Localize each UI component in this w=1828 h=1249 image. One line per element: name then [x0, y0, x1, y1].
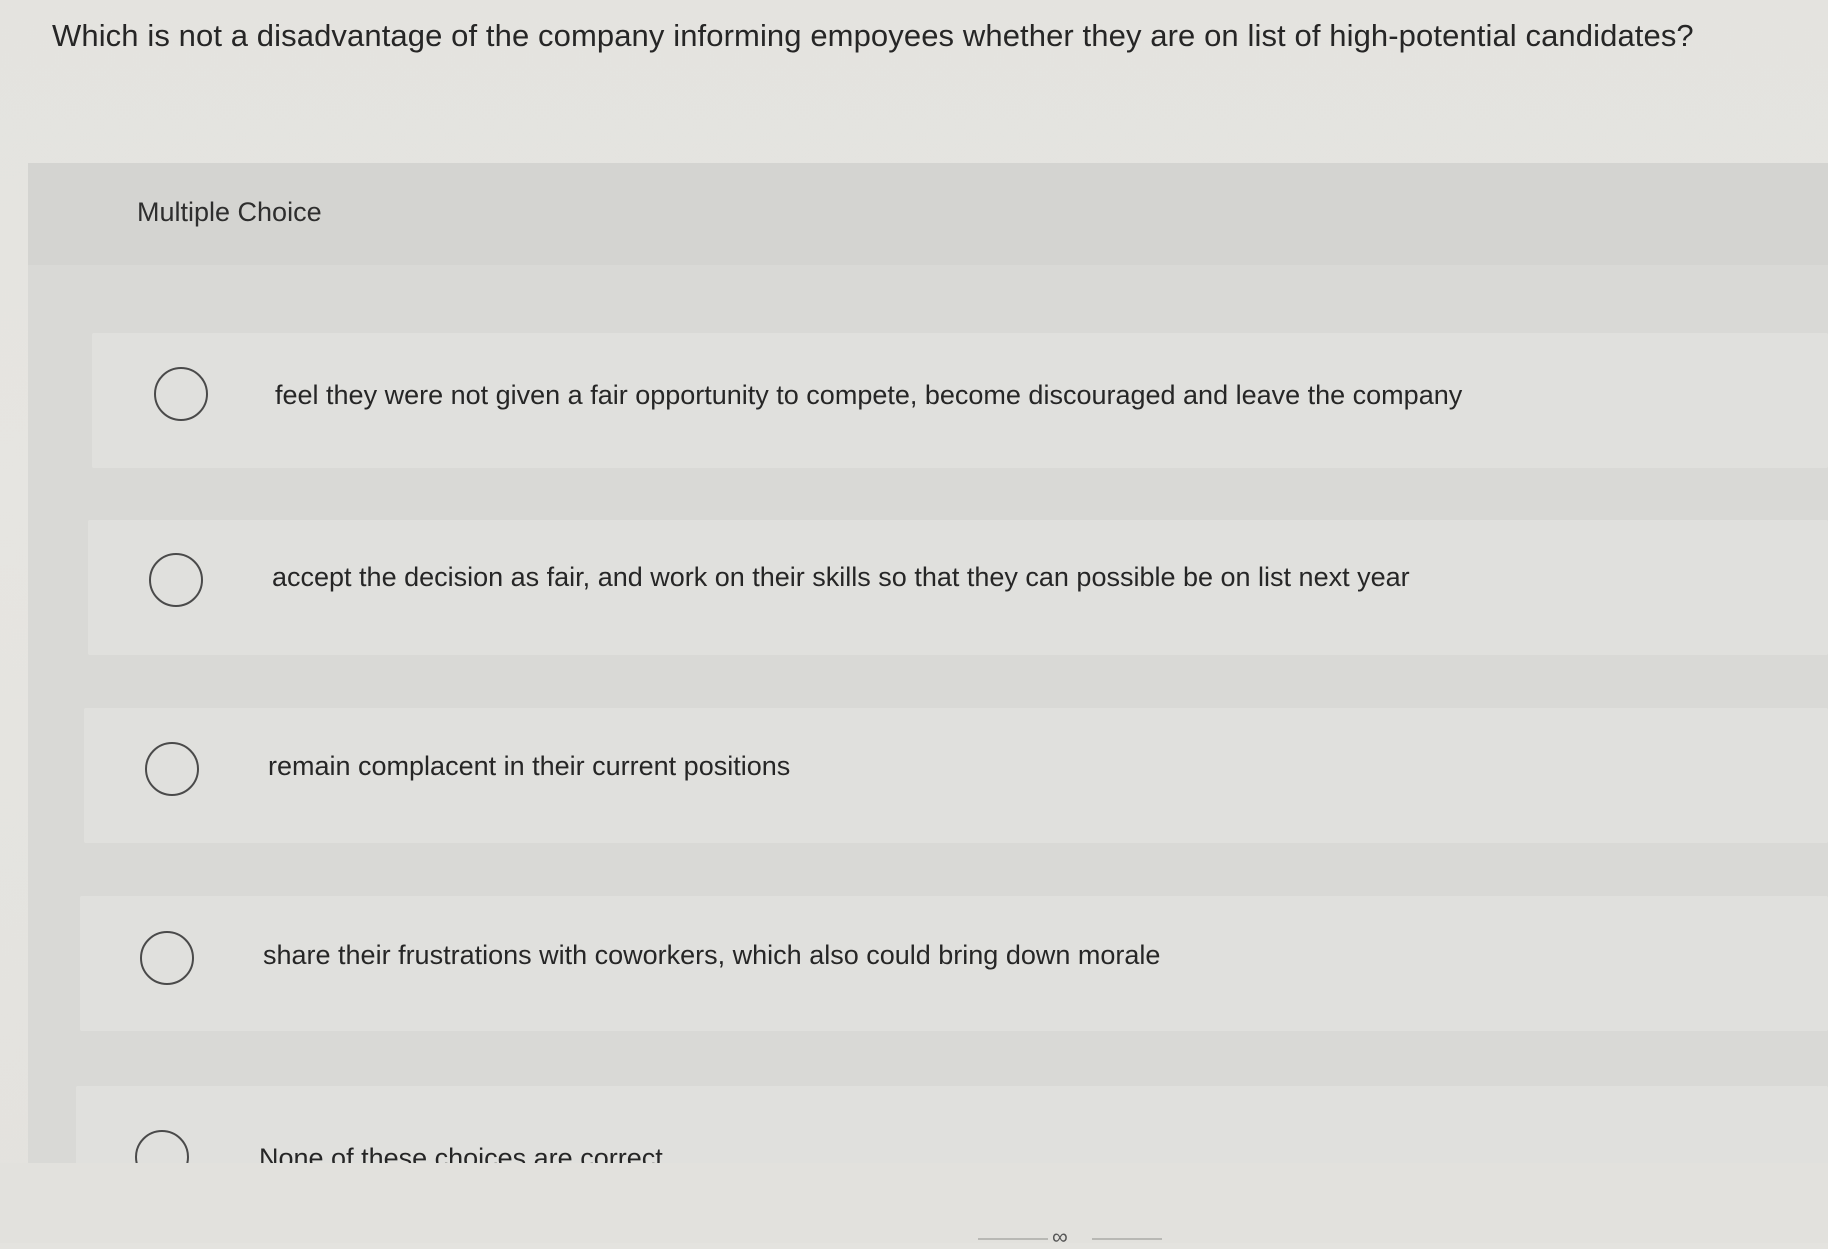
answer-option-label-3: remain complacent in their current posit… — [268, 751, 791, 781]
answer-option-label-2: accept the decision as fair, and work on… — [272, 562, 1410, 592]
answer-option-4[interactable]: share their frustrations with coworkers,… — [80, 896, 1828, 1031]
footer-divider-left — [978, 1238, 1048, 1240]
answer-option-label-4: share their frustrations with coworkers,… — [263, 940, 1161, 970]
answer-option-1[interactable]: feel they were not given a fair opportun… — [92, 333, 1828, 468]
answer-option-2[interactable]: accept the decision as fair, and work on… — [88, 520, 1828, 655]
footer-icon[interactable]: ∞ — [1052, 1226, 1068, 1248]
panel-header: Multiple Choice — [28, 163, 1828, 265]
footer-divider-right — [1092, 1238, 1162, 1240]
answer-option-label-5: None of these choices are correct — [259, 1143, 663, 1163]
radio-button-3[interactable] — [145, 742, 199, 796]
answer-option-5[interactable]: None of these choices are correct — [76, 1086, 1828, 1163]
question-text: Which is not a disadvantage of the compa… — [52, 18, 1694, 53]
answer-option-label-1: feel they were not given a fair opportun… — [275, 380, 1463, 410]
footer-area — [0, 1163, 1828, 1243]
multiple-choice-panel: Multiple Choice feel they were not given… — [28, 163, 1828, 1163]
multiple-choice-label: Multiple Choice — [137, 197, 322, 227]
radio-button-2[interactable] — [149, 553, 203, 607]
radio-button-1[interactable] — [154, 367, 208, 421]
answer-option-3[interactable]: remain complacent in their current posit… — [84, 708, 1828, 843]
radio-button-4[interactable] — [140, 931, 194, 985]
radio-button-5[interactable] — [135, 1130, 189, 1163]
